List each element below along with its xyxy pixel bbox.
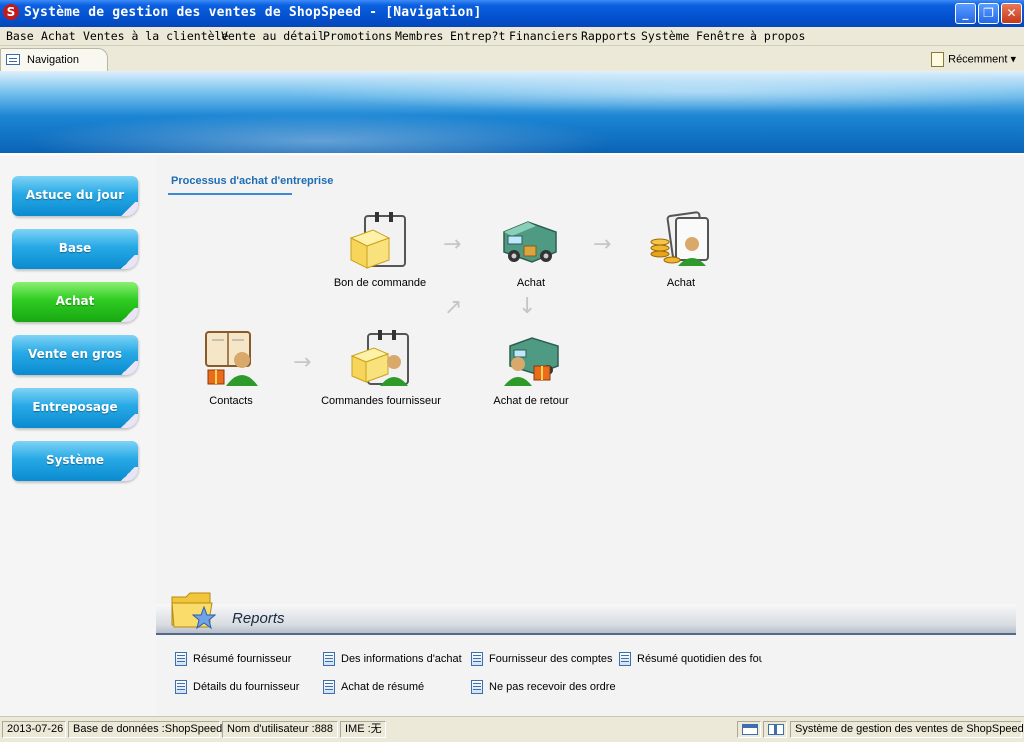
flow-contacts[interactable]: Contacts <box>181 328 281 408</box>
menu-vente-detail[interactable]: Vente au détail <box>221 29 325 43</box>
flow-achat-retour-label: Achat de retour <box>493 395 569 407</box>
tab-navigation[interactable]: Navigation <box>0 48 108 71</box>
window-title: Système de gestion des ventes de ShopSpe… <box>24 5 482 20</box>
flow-achat-paiement-label: Achat <box>666 277 696 289</box>
tab-navigation-label: Navigation <box>27 54 79 66</box>
menu-a-propos[interactable]: à propos <box>750 29 805 43</box>
status-ime: IME :无 <box>340 721 386 738</box>
process-title-underline <box>168 193 292 195</box>
status-database: Base de données :ShopSpeed <box>68 721 222 738</box>
report-link-label: Fournisseur des comptes fournisseurs <box>489 653 614 665</box>
report-link-label: Achat de résumé <box>341 681 425 693</box>
report-document-icon <box>323 680 335 694</box>
status-app-name: Système de gestion des ventes de ShopSpe… <box>790 721 1024 738</box>
menu-membres[interactable]: Membres <box>395 29 443 43</box>
sidebar-item-base[interactable]: Base <box>12 229 138 269</box>
flow-achat[interactable]: Achat <box>481 210 581 290</box>
report-link-informations-achat[interactable]: Des informations d'achat <box>323 652 463 668</box>
return-truck-icon <box>504 337 559 386</box>
close-button[interactable]: ✕ <box>1001 3 1022 24</box>
sidebar-item-vente-gros[interactable]: Vente en gros <box>12 335 138 375</box>
truck-icon <box>503 221 557 263</box>
status-user: Nom d'utilisateur :888 <box>222 721 338 738</box>
recent-documents-icon <box>931 52 945 67</box>
report-document-icon <box>619 652 631 666</box>
report-link-fournisseur-comptes[interactable]: Fournisseur des comptes fournisseurs <box>471 652 614 668</box>
module-sidebar: Astuce du jour Base Achat Vente en gros … <box>0 155 156 716</box>
flow-achat-paiement[interactable]: Achat <box>631 210 731 290</box>
sidebar-item-systeme[interactable]: Système <box>12 441 138 481</box>
vertical-layout-icon[interactable] <box>763 721 787 738</box>
reports-title: Reports <box>232 610 285 627</box>
reports-folder-icon <box>171 592 216 630</box>
recent-dropdown-label: Récemment ▾ <box>948 53 1016 66</box>
menu-bar: Base Achat Ventes à la clientèle Vente a… <box>0 27 1024 45</box>
report-document-icon <box>471 652 483 666</box>
report-link-ne-pas-recevoir[interactable]: Ne pas recevoir des ordre <box>471 680 621 696</box>
arrow-right-icon: → <box>443 232 462 257</box>
menu-fenetre[interactable]: Fenêtre <box>696 29 744 43</box>
report-link-details-fournisseur[interactable]: Détails du fournisseur <box>175 680 315 696</box>
menu-base[interactable]: Base <box>6 29 34 43</box>
contacts-icon <box>205 331 258 386</box>
flow-commandes-fournisseur-label: Commandes fournisseur <box>321 395 441 407</box>
report-link-resume-fournisseur[interactable]: Résumé fournisseur <box>175 652 315 668</box>
report-link-label: Des informations d'achat <box>341 653 462 665</box>
flow-achat-retour[interactable]: Achat de retour <box>481 328 581 408</box>
navigation-icon <box>6 54 20 65</box>
flow-contacts-label: Contacts <box>209 395 253 407</box>
flow-bon-commande[interactable]: Bon de commande <box>330 210 430 290</box>
flow-bon-commande-label: Bon de commande <box>333 277 427 289</box>
navigation-panel: Astuce du jour Base Achat Vente en gros … <box>0 155 1024 716</box>
app-logo-icon[interactable]: S <box>3 4 19 20</box>
report-link-label: Détails du fournisseur <box>193 681 300 693</box>
header-banner <box>0 71 1024 155</box>
report-document-icon <box>175 652 187 666</box>
payment-icon <box>650 211 709 266</box>
menu-rapports[interactable]: Rapports <box>581 29 636 43</box>
menu-entrepot[interactable]: Entrep?t <box>450 29 505 43</box>
arrow-down-icon: ↓ <box>518 294 537 319</box>
sidebar-item-entreposage[interactable]: Entreposage <box>12 388 138 428</box>
flow-commandes-fournisseur[interactable]: Commandes fournisseur <box>316 328 446 408</box>
report-document-icon <box>471 680 483 694</box>
report-link-resume-quotidien[interactable]: Résumé quotidien des fournisseurs <box>619 652 762 668</box>
process-title: Processus d'achat d'entreprise <box>171 175 334 187</box>
menu-systeme[interactable]: Système <box>641 29 689 43</box>
report-link-achat-resume[interactable]: Achat de résumé <box>323 680 463 696</box>
menu-promotions[interactable]: Promotions <box>323 29 392 43</box>
status-date: 2013-07-26 <box>2 721 66 738</box>
report-document-icon <box>175 680 187 694</box>
menu-achat[interactable]: Achat <box>41 29 76 43</box>
recent-dropdown[interactable]: Récemment ▾ <box>931 52 1016 67</box>
restore-button[interactable]: ❐ <box>978 3 999 24</box>
horizontal-layout-icon[interactable] <box>737 721 761 738</box>
report-link-label: Résumé fournisseur <box>193 653 292 665</box>
minimize-button[interactable]: _ <box>955 3 976 24</box>
menu-ventes-clientele[interactable]: Ventes à la clientèle <box>83 29 228 43</box>
arrow-right-icon: → <box>293 350 312 375</box>
sidebar-item-astuce[interactable]: Astuce du jour <box>12 176 138 216</box>
arrow-diagonal-icon: ↗ <box>444 295 463 320</box>
status-bar: 2013-07-26 Base de données :ShopSpeed No… <box>0 716 1024 742</box>
report-link-label: Résumé quotidien des fournisseurs <box>637 653 762 665</box>
title-bar: S Système de gestion des ventes de ShopS… <box>0 0 1024 27</box>
reports-header-bar <box>156 604 1016 635</box>
menu-financiers[interactable]: Financiers <box>509 29 578 43</box>
purchase-order-icon <box>349 212 406 269</box>
sidebar-item-achat[interactable]: Achat <box>12 282 138 322</box>
supplier-orders-icon <box>350 330 409 386</box>
document-tab-strip: Navigation Récemment ▾ <box>0 45 1024 71</box>
flow-achat-label: Achat <box>516 277 546 289</box>
arrow-right-icon: → <box>593 232 612 257</box>
report-document-icon <box>323 652 335 666</box>
report-link-label: Ne pas recevoir des ordre <box>489 681 616 693</box>
